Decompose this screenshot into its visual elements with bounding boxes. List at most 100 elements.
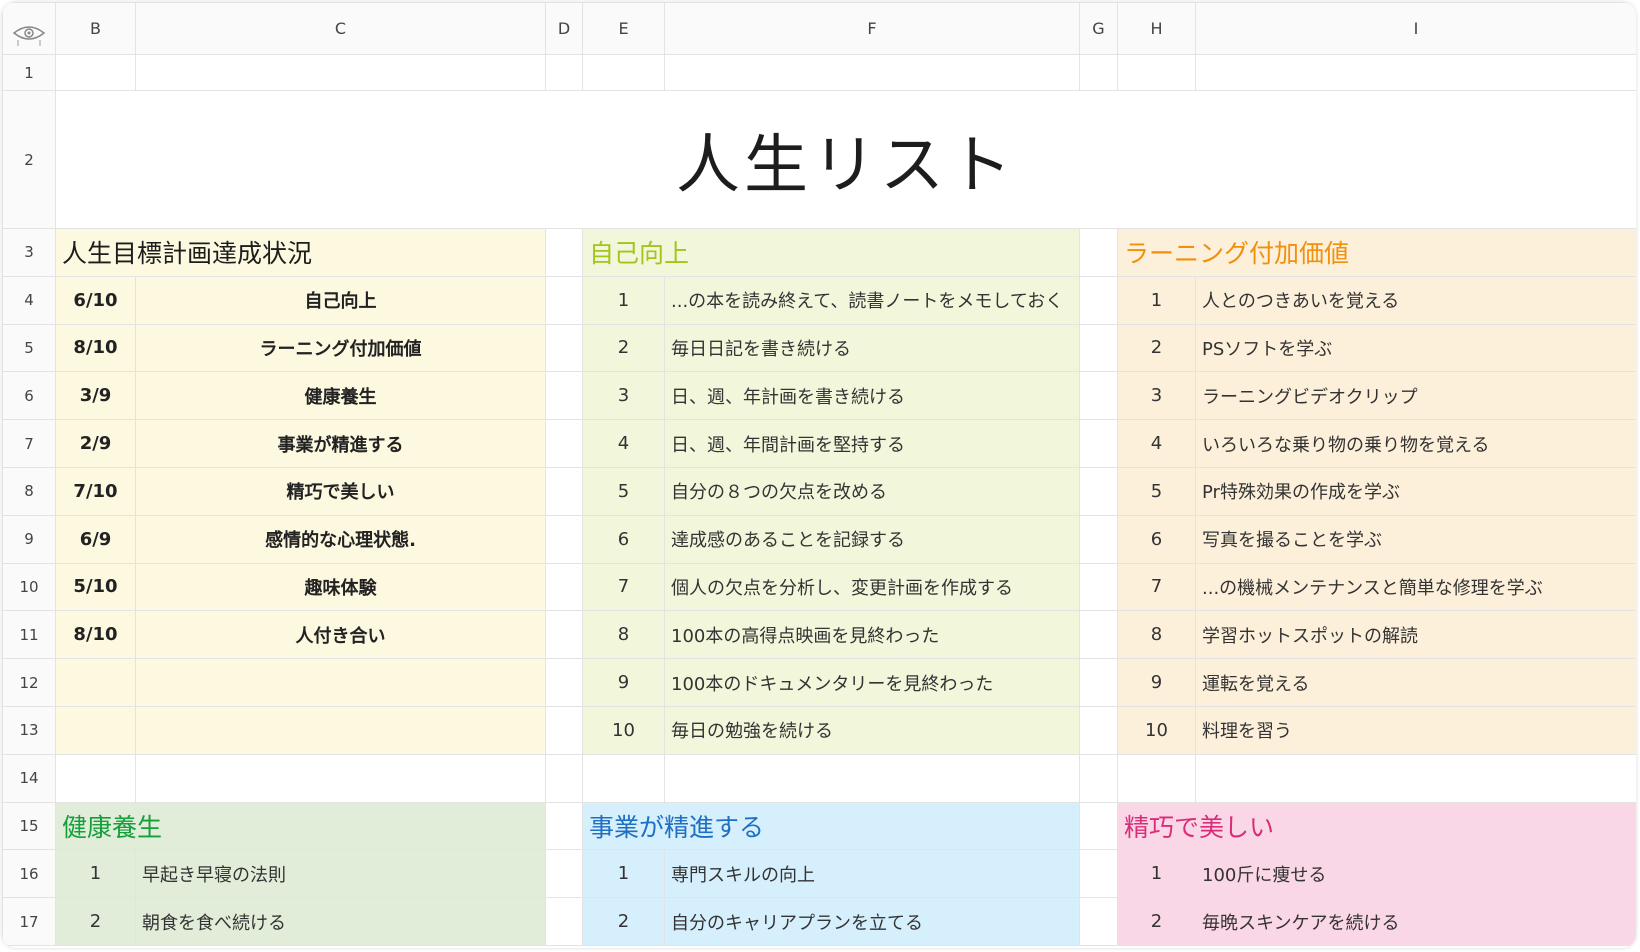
cell[interactable] <box>55 753 136 803</box>
health-item[interactable]: 早起き早寝の法則 <box>135 849 546 899</box>
summary-score[interactable]: 6/9 <box>55 514 136 564</box>
cell[interactable] <box>545 562 583 612</box>
row-header[interactable]: 14 <box>2 753 56 803</box>
cell[interactable] <box>582 753 665 803</box>
column-header-g[interactable]: G <box>1079 2 1118 55</box>
cell[interactable] <box>1079 466 1118 516</box>
select-all-corner[interactable] <box>2 2 56 55</box>
self-improvement-number[interactable]: 10 <box>582 705 665 755</box>
column-header-b[interactable]: B <box>55 2 136 55</box>
cell[interactable] <box>135 658 546 707</box>
cell[interactable] <box>664 753 1080 803</box>
learning-item[interactable]: 人とのつきあいを覚える <box>1195 275 1636 325</box>
cell[interactable] <box>545 228 583 277</box>
cell[interactable] <box>135 54 546 91</box>
beauty-item[interactable]: 毎晩スキンケアを続ける <box>1195 897 1636 946</box>
learning-item[interactable]: 料理を習う <box>1195 705 1636 755</box>
cell[interactable] <box>1079 228 1118 277</box>
summary-label[interactable]: 事業が精進する <box>135 419 546 468</box>
cell[interactable] <box>545 849 583 899</box>
cell[interactable] <box>1079 275 1118 325</box>
self-improvement-item[interactable]: 100本の高得点映画を見終わった <box>664 610 1080 660</box>
cell[interactable] <box>1079 323 1118 373</box>
cell[interactable] <box>135 753 546 803</box>
learning-number[interactable]: 5 <box>1117 466 1196 516</box>
cell[interactable] <box>545 801 583 851</box>
summary-label[interactable]: 精巧で美しい <box>135 466 546 516</box>
row-header[interactable]: 7 <box>2 419 56 468</box>
learning-item[interactable]: いろいろな乗り物の乗り物を覚える <box>1195 419 1636 468</box>
learning-number[interactable]: 2 <box>1117 323 1196 373</box>
cell[interactable] <box>545 705 583 755</box>
cell[interactable] <box>1117 54 1196 91</box>
row-header[interactable]: 9 <box>2 514 56 564</box>
summary-title[interactable]: 人生目標計画達成状況 <box>55 228 546 277</box>
learning-item[interactable]: Pr特殊効果の作成を学ぶ <box>1195 466 1636 516</box>
learning-item[interactable]: 学習ホットスポットの解読 <box>1195 610 1636 660</box>
self-improvement-number[interactable]: 9 <box>582 658 665 707</box>
summary-score[interactable]: 6/10 <box>55 275 136 325</box>
row-header[interactable]: 11 <box>2 610 56 660</box>
business-title[interactable]: 事業が精進する <box>582 801 1080 851</box>
health-number[interactable]: 2 <box>55 897 136 946</box>
cell[interactable] <box>1079 54 1118 91</box>
beauty-title[interactable]: 精巧で美しい <box>1117 801 1636 851</box>
learning-number[interactable]: 4 <box>1117 419 1196 468</box>
column-header-f[interactable]: F <box>664 2 1080 55</box>
self-improvement-number[interactable]: 2 <box>582 323 665 373</box>
summary-score[interactable]: 8/10 <box>55 610 136 660</box>
row-header[interactable]: 5 <box>2 323 56 373</box>
cell[interactable] <box>664 54 1080 91</box>
row-header[interactable]: 3 <box>2 228 56 277</box>
row-header[interactable]: 15 <box>2 801 56 851</box>
column-header-e[interactable]: E <box>582 2 665 55</box>
cell[interactable] <box>545 323 583 373</box>
cell[interactable] <box>545 753 583 803</box>
summary-score[interactable]: 8/10 <box>55 323 136 373</box>
business-item[interactable]: 自分のキャリアプランを立てる <box>664 897 1080 946</box>
cell[interactable] <box>1079 849 1118 899</box>
beauty-number[interactable]: 1 <box>1117 849 1196 899</box>
summary-label[interactable]: 健康養生 <box>135 371 546 421</box>
self-improvement-number[interactable]: 3 <box>582 371 665 421</box>
learning-number[interactable]: 3 <box>1117 371 1196 421</box>
beauty-item[interactable]: 100斤に痩せる <box>1195 849 1636 899</box>
column-header-i[interactable]: I <box>1195 2 1636 55</box>
column-header-c[interactable]: C <box>135 2 546 55</box>
cell[interactable] <box>1079 610 1118 660</box>
row-header[interactable]: 13 <box>2 705 56 755</box>
cell[interactable] <box>582 54 665 91</box>
cell[interactable] <box>1079 705 1118 755</box>
cell[interactable] <box>1079 514 1118 564</box>
cell[interactable] <box>1117 753 1196 803</box>
cell[interactable] <box>55 658 136 707</box>
self-improvement-number[interactable]: 1 <box>582 275 665 325</box>
self-improvement-item[interactable]: 日、週、年計画を書き続ける <box>664 371 1080 421</box>
learning-number[interactable]: 10 <box>1117 705 1196 755</box>
summary-label[interactable]: 感情的な心理状態. <box>135 514 546 564</box>
self-improvement-item[interactable]: 達成感のあることを記録する <box>664 514 1080 564</box>
summary-label[interactable]: 人付き合い <box>135 610 546 660</box>
self-improvement-item[interactable]: 自分の８つの欠点を改める <box>664 466 1080 516</box>
cell[interactable] <box>1079 562 1118 612</box>
self-improvement-item[interactable]: 100本のドキュメンタリーを見終わった <box>664 658 1080 707</box>
self-improvement-item[interactable]: 個人の欠点を分析し、変更計画を作成する <box>664 562 1080 612</box>
cell[interactable] <box>545 371 583 421</box>
business-number[interactable]: 1 <box>582 849 665 899</box>
row-header[interactable]: 17 <box>2 897 56 946</box>
cell[interactable] <box>1079 371 1118 421</box>
self-improvement-number[interactable]: 6 <box>582 514 665 564</box>
self-improvement-item[interactable]: 日、週、年間計画を堅持する <box>664 419 1080 468</box>
row-header[interactable]: 1 <box>2 54 56 91</box>
cell[interactable] <box>545 275 583 325</box>
cell[interactable] <box>1079 897 1118 946</box>
learning-title[interactable]: ラーニング付加価値 <box>1117 228 1636 277</box>
cell[interactable] <box>545 514 583 564</box>
learning-item[interactable]: ...の機械メンテナンスと簡単な修理を学ぶ <box>1195 562 1636 612</box>
self-improvement-item[interactable]: 毎日の勉強を続ける <box>664 705 1080 755</box>
self-improvement-number[interactable]: 5 <box>582 466 665 516</box>
summary-score[interactable]: 2/9 <box>55 419 136 468</box>
health-number[interactable]: 1 <box>55 849 136 899</box>
learning-number[interactable]: 7 <box>1117 562 1196 612</box>
learning-number[interactable]: 8 <box>1117 610 1196 660</box>
